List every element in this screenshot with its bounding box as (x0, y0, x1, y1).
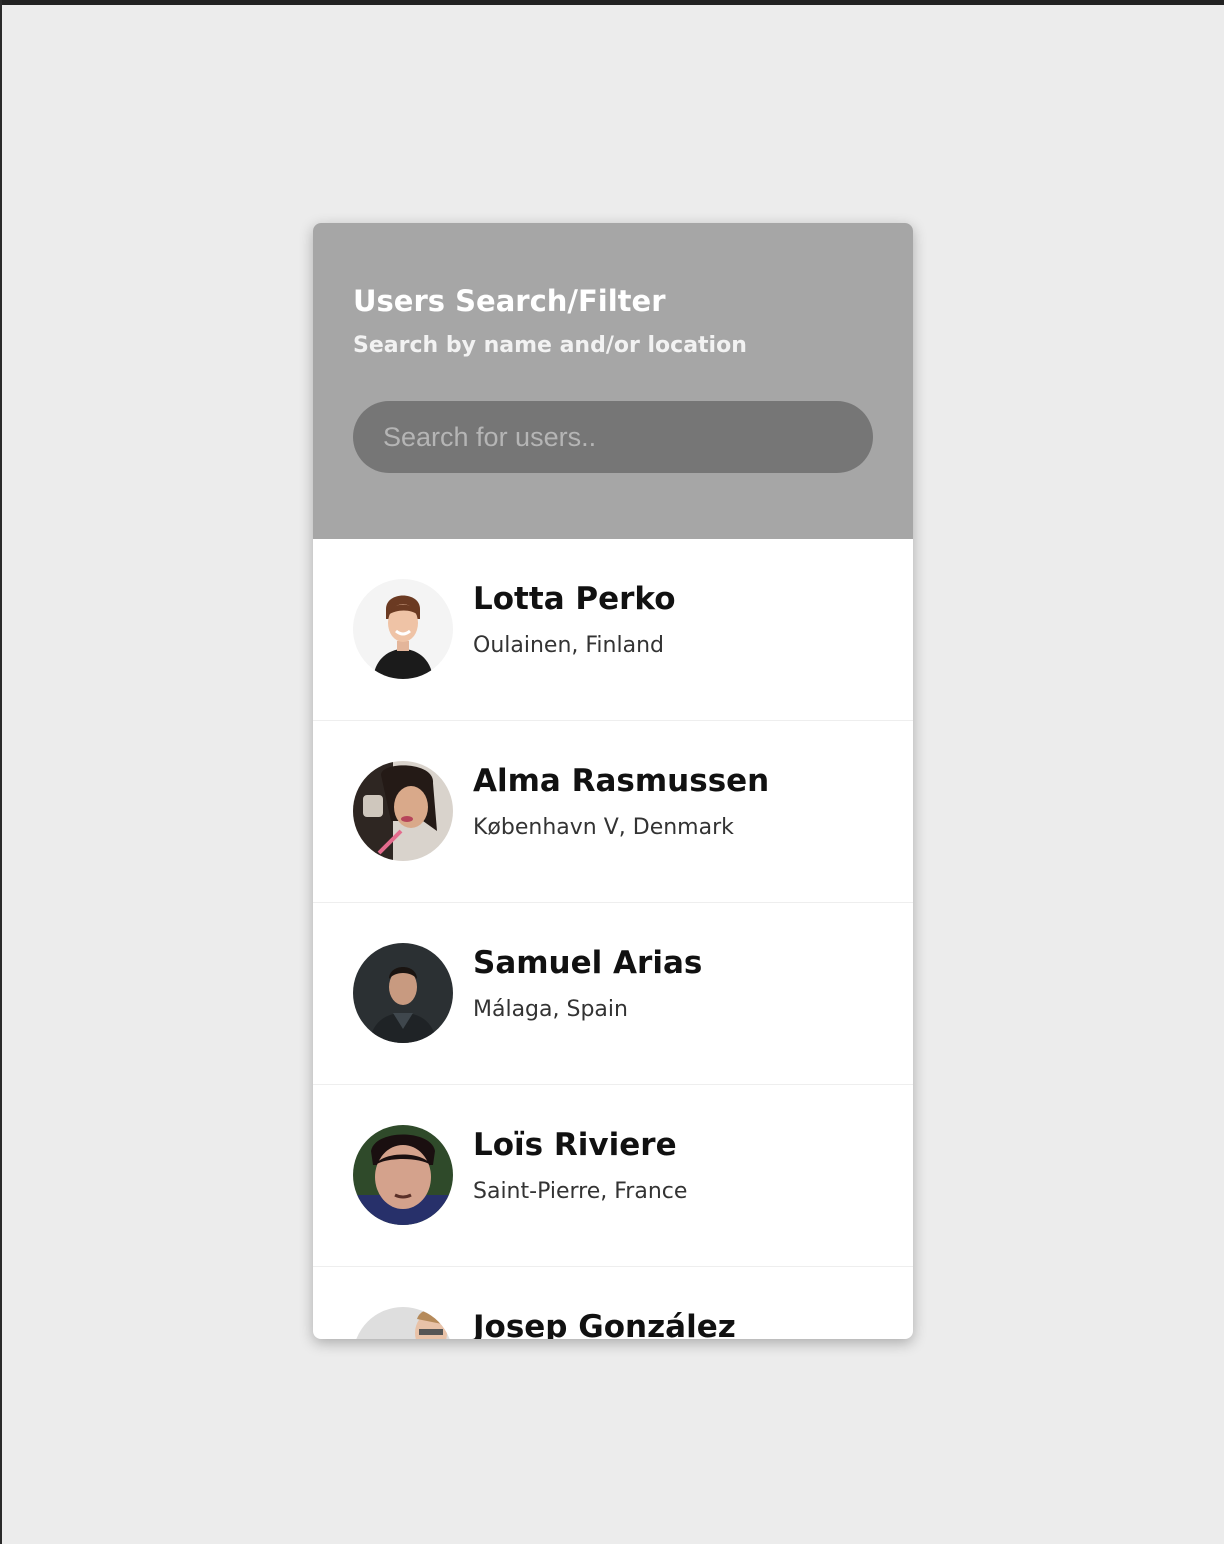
user-location: København V, Denmark (473, 815, 734, 840)
user-name: Loïs Riviere (473, 1127, 677, 1163)
user-list-item[interactable]: Josep González (313, 1267, 913, 1339)
user-list-item[interactable]: Loïs Riviere Saint-Pierre, France (313, 1085, 913, 1267)
user-name: Samuel Arias (473, 945, 703, 981)
user-name: Lotta Perko (473, 581, 676, 617)
user-location: Málaga, Spain (473, 997, 628, 1022)
avatar (353, 943, 453, 1043)
user-list-item[interactable]: Lotta Perko Oulainen, Finland (313, 539, 913, 721)
page-subtitle: Search by name and/or location (353, 333, 747, 358)
window-left-edge (0, 0, 2, 1544)
user-info: Lotta Perko Oulainen, Finland (473, 579, 676, 661)
user-list-item[interactable]: Alma Rasmussen København V, Denmark (313, 721, 913, 903)
user-info: Josep González (473, 1307, 736, 1339)
avatar (353, 1307, 453, 1339)
user-info: Loïs Riviere Saint-Pierre, France (473, 1125, 687, 1207)
user-location: Saint-Pierre, France (473, 1179, 688, 1204)
user-list-item[interactable]: Samuel Arias Málaga, Spain (313, 903, 913, 1085)
user-name: Alma Rasmussen (473, 763, 770, 799)
avatar (353, 579, 453, 679)
user-info: Alma Rasmussen København V, Denmark (473, 761, 769, 843)
avatar (353, 1125, 453, 1225)
window-top-bar (0, 0, 1224, 5)
search-input[interactable] (353, 401, 873, 473)
user-list: Lotta Perko Oulainen, Finland Alma Rasmu… (313, 539, 913, 1339)
page-title: Users Search/Filter (353, 284, 666, 318)
user-location: Oulainen, Finland (473, 633, 664, 658)
avatar (353, 761, 453, 861)
user-name: Josep González (473, 1309, 736, 1339)
user-info: Samuel Arias Málaga, Spain (473, 943, 702, 1025)
users-card: Users Search/Filter Search by name and/o… (313, 223, 913, 1339)
card-header: Users Search/Filter Search by name and/o… (313, 223, 913, 539)
